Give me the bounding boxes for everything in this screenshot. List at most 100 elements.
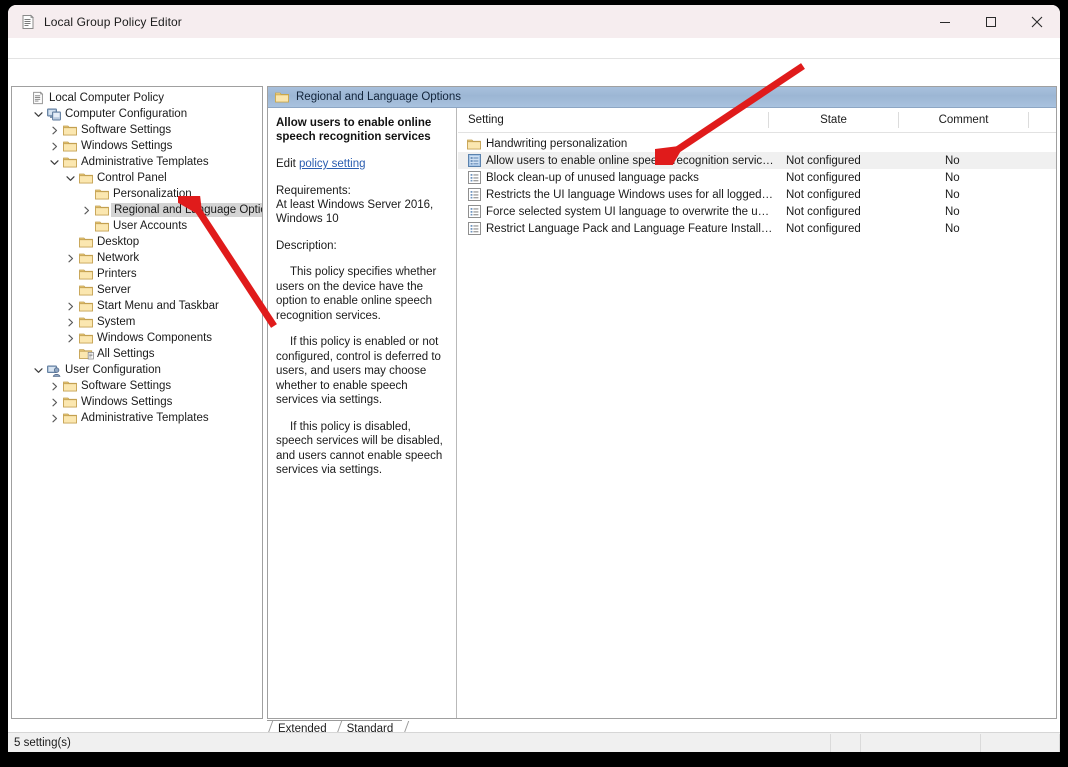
- folder-icon: [77, 300, 95, 312]
- tree-item-control-panel[interactable]: Control Panel: [12, 170, 262, 186]
- user-icon: [45, 364, 63, 377]
- folder-icon: [77, 284, 95, 296]
- policy-setting-link[interactable]: policy setting: [299, 158, 365, 170]
- setting-state: Not configured: [786, 205, 861, 218]
- folder-icon: [77, 316, 95, 328]
- chevron-right-icon[interactable]: [79, 206, 93, 215]
- chevron-right-icon[interactable]: [63, 334, 77, 343]
- tree-item-software-settings[interactable]: Software Settings: [12, 122, 262, 138]
- tree-item-label: All Settings: [97, 348, 155, 360]
- chevron-right-icon[interactable]: [63, 254, 77, 263]
- policy-details: Allow users to enable online speech reco…: [268, 108, 457, 718]
- tree-item-administrative-templates[interactable]: Administrative Templates: [12, 154, 262, 170]
- chevron-right-icon[interactable]: [63, 318, 77, 327]
- folder-icon: [77, 172, 95, 184]
- chevron-down-icon[interactable]: [31, 110, 45, 119]
- tree-item-printers[interactable]: Printers: [12, 266, 262, 282]
- tree-item-label: Administrative Templates: [81, 412, 209, 424]
- tree-item-windows-settings[interactable]: Windows Settings: [12, 138, 262, 154]
- settings-list-header[interactable]: Setting State Comment: [458, 108, 1056, 133]
- setting-state: Not configured: [786, 154, 861, 167]
- status-segment-1: [831, 734, 861, 752]
- close-button[interactable]: [1014, 5, 1060, 38]
- table-row[interactable]: Restricts the UI language Windows uses f…: [458, 186, 1056, 203]
- policy-icon: [29, 91, 47, 105]
- setting-name: Allow users to enable online speech reco…: [486, 154, 774, 167]
- tree-item-user-accounts[interactable]: User Accounts: [12, 218, 262, 234]
- chevron-down-icon[interactable]: [47, 158, 61, 167]
- column-header-state[interactable]: State: [768, 112, 898, 128]
- tree-item-label: User Accounts: [113, 220, 188, 232]
- minimize-button[interactable]: [922, 5, 968, 38]
- tree-item-label: Administrative Templates: [81, 156, 209, 168]
- folder-icon: [61, 412, 79, 424]
- policy-setting-icon: [458, 205, 484, 218]
- tree-item-personalization[interactable]: Personalization: [12, 186, 262, 202]
- tree-item-computer-configuration[interactable]: Computer Configuration: [12, 106, 262, 122]
- tree-item-windows-settings[interactable]: Windows Settings: [12, 394, 262, 410]
- table-row[interactable]: Handwriting personalization: [458, 135, 1056, 152]
- menu-bar[interactable]: [8, 38, 1060, 59]
- folder-icon: [61, 140, 79, 152]
- settings-list[interactable]: Setting State Comment Handwriting person…: [458, 108, 1056, 718]
- maximize-button[interactable]: [968, 5, 1014, 38]
- policy-tree-pane[interactable]: Local Computer Policy Computer Configurat…: [11, 86, 263, 719]
- tree-item-user-configuration[interactable]: User Configuration: [12, 362, 262, 378]
- requirements-label: Requirements:: [276, 185, 351, 197]
- description-paragraph: This policy specifies whether users on t…: [276, 266, 437, 322]
- tree-item-label: Software Settings: [81, 380, 172, 392]
- setting-name: Restricts the UI language Windows uses f…: [486, 188, 774, 201]
- chevron-right-icon[interactable]: [47, 142, 61, 151]
- setting-name: Force selected system UI language to ove…: [486, 205, 774, 218]
- screen: Local Group Policy Editor Local Computer…: [0, 0, 1068, 767]
- chevron-right-icon[interactable]: [47, 126, 61, 135]
- policy-tree[interactable]: Local Computer Policy Computer Configurat…: [12, 87, 262, 426]
- column-header-setting[interactable]: Setting: [458, 114, 768, 126]
- settings-list-body[interactable]: Handwriting personalization Allow users t…: [458, 133, 1056, 237]
- chevron-right-icon[interactable]: [63, 302, 77, 311]
- chevron-right-icon[interactable]: [47, 382, 61, 391]
- setting-comment: No: [945, 222, 960, 235]
- tree-item-desktop[interactable]: Desktop: [12, 234, 262, 250]
- setting-state: Not configured: [786, 171, 861, 184]
- folder-icon: [61, 396, 79, 408]
- chevron-down-icon[interactable]: [31, 366, 45, 375]
- table-row[interactable]: Force selected system UI language to ove…: [458, 203, 1056, 220]
- policy-setting-selected-icon: [458, 154, 484, 167]
- status-segment-3: [981, 734, 1060, 752]
- tree-item-label: Software Settings: [81, 124, 172, 136]
- content-area: Local Computer Policy Computer Configurat…: [8, 80, 1060, 738]
- table-row[interactable]: Block clean-up of unused language packs N…: [458, 169, 1056, 186]
- setting-state: Not configured: [786, 188, 861, 201]
- table-row[interactable]: Restrict Language Pack and Language Feat…: [458, 220, 1056, 237]
- policy-editor-icon: [20, 14, 36, 30]
- requirements-block: Requirements: At least Windows Server 20…: [276, 184, 447, 226]
- setting-state: Not configured: [786, 222, 861, 235]
- table-row[interactable]: Allow users to enable online speech reco…: [458, 152, 1056, 169]
- tree-item-regional-and-language-options[interactable]: Regional and Language Options: [12, 202, 262, 218]
- toolbar[interactable]: [8, 59, 1060, 80]
- chevron-down-icon[interactable]: [63, 174, 77, 183]
- chevron-right-icon[interactable]: [47, 398, 61, 407]
- tree-item-local-computer-policy[interactable]: Local Computer Policy: [12, 90, 262, 106]
- tree-item-start-menu-and-taskbar[interactable]: Start Menu and Taskbar: [12, 298, 262, 314]
- setting-comment: No: [945, 205, 960, 218]
- tree-item-all-settings[interactable]: All Settings: [12, 346, 262, 362]
- window-title: Local Group Policy Editor: [44, 14, 182, 29]
- title-bar: Local Group Policy Editor: [8, 5, 1060, 38]
- policy-setting-icon: [458, 171, 484, 184]
- column-header-comment[interactable]: Comment: [898, 112, 1028, 128]
- status-bar: 5 setting(s): [8, 732, 1060, 752]
- tree-item-label: Start Menu and Taskbar: [97, 300, 219, 312]
- tree-item-server[interactable]: Server: [12, 282, 262, 298]
- tree-item-label: Regional and Language Options: [111, 203, 262, 217]
- tree-item-software-settings[interactable]: Software Settings: [12, 378, 262, 394]
- tree-item-network[interactable]: Network: [12, 250, 262, 266]
- chevron-right-icon[interactable]: [47, 414, 61, 423]
- tree-item-windows-components[interactable]: Windows Components: [12, 330, 262, 346]
- folder-icon: [458, 138, 484, 150]
- tree-item-system[interactable]: System: [12, 314, 262, 330]
- tree-item-administrative-templates[interactable]: Administrative Templates: [12, 410, 262, 426]
- status-segment-2: [861, 734, 981, 752]
- description-body: This policy specifies whether users on t…: [276, 265, 447, 478]
